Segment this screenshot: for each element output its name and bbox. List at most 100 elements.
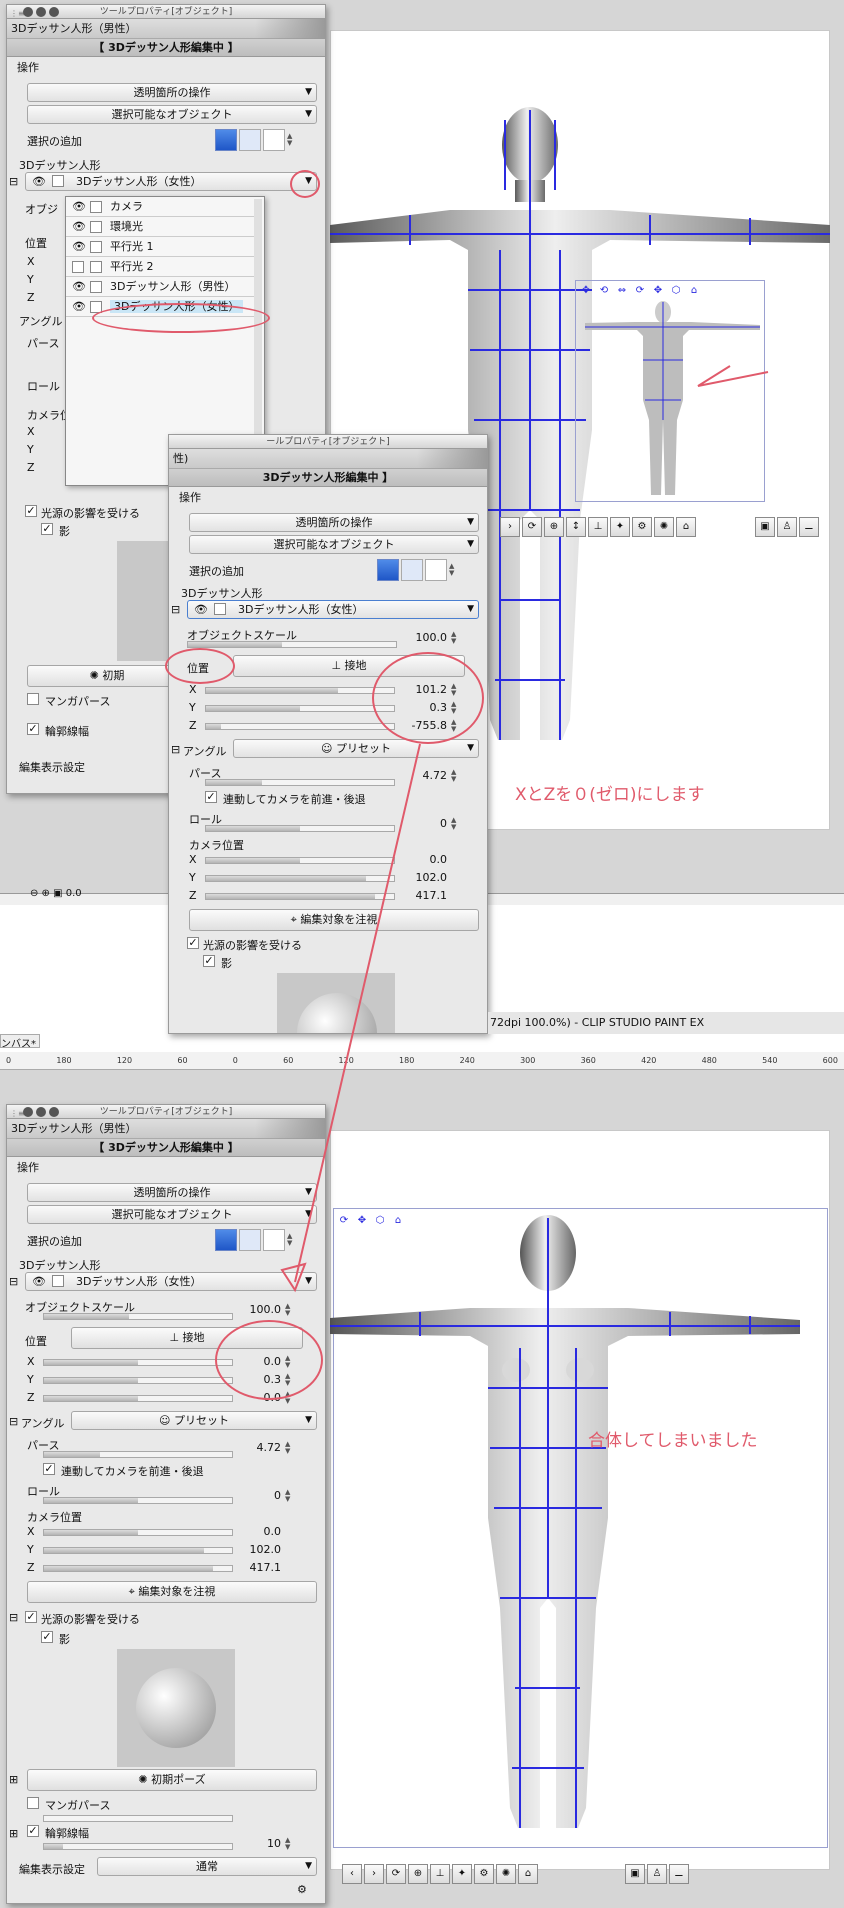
dolly-checkbox[interactable]: ✓ [205,791,217,803]
collapse-doll-icon[interactable]: ⊟ [171,603,180,616]
body-shape-icon[interactable]: ♙ [777,517,797,537]
collapse-angle-icon[interactable]: ⊟ [9,1415,18,1428]
save-pose-icon[interactable]: ⌂ [518,1864,538,1884]
eye-icon[interactable]: 👁 [72,237,86,257]
pos-y-slider[interactable] [205,705,395,712]
register-material-icon[interactable]: ▣ [755,517,775,537]
ground-tool-icon[interactable]: ⊥ [588,517,608,537]
eye-icon[interactable]: 👁 [32,1273,46,1290]
minimize-icon[interactable] [36,7,46,17]
eye-icon[interactable]: 👁 [194,601,208,618]
object-scale-value[interactable]: 100.0 [241,1303,282,1316]
collapse-light-icon[interactable]: ⊟ [9,1611,18,1624]
prev-icon[interactable]: › [500,517,520,537]
transparent-op-dropdown[interactable]: 透明箇所の操作 ▼ [27,83,317,102]
light-checkbox[interactable]: ✓ [25,1611,37,1623]
joint-icon[interactable]: ⚙ [632,517,652,537]
light-preview[interactable] [277,973,395,1033]
panel-titlebar[interactable]: ⋮≡ ツールプロパティ[オブジェクト] [7,5,325,19]
roll-slider[interactable] [43,1497,233,1504]
chevron-down-icon[interactable]: ▼ [467,601,474,618]
prev-icon[interactable]: ‹ [342,1864,362,1884]
cam-y-value[interactable]: 102.0 [407,871,448,884]
select-sub-icon[interactable] [425,559,447,581]
select-new-icon[interactable] [215,1229,237,1251]
preset-dropdown[interactable]: ☺ プリセット ▼ [71,1411,317,1430]
focus-target-button[interactable]: ⌖ 編集対象を注視 [189,909,479,931]
cam-z-value[interactable]: 417.1 [241,1561,282,1574]
list-item[interactable]: 👁 平行光 1 [66,237,256,257]
outline-slider[interactable] [43,1843,233,1850]
spin-icon[interactable]: ▲ ▼ [451,817,456,831]
pos-z-slider[interactable] [205,723,395,730]
cube-icon[interactable]: ⬡ [668,282,684,298]
perse-slider[interactable] [43,1451,233,1458]
perse-value[interactable]: 4.72 [407,769,448,782]
pos-y-slider[interactable] [43,1377,233,1384]
light-checkbox[interactable]: ✓ [187,937,199,949]
outline-value[interactable]: 10 [241,1837,281,1850]
spin-icon[interactable]: ▲ ▼ [451,769,456,783]
selectable-object-dropdown[interactable]: 選択可能なオブジェクト ▼ [27,1205,317,1224]
cam-x-slider[interactable] [205,857,395,864]
eye-icon[interactable]: 👁 [72,217,86,237]
cam-x-value[interactable]: 0.0 [407,853,448,866]
select-new-icon[interactable] [215,129,237,151]
cam-x-slider[interactable] [43,1529,233,1536]
shadow-checkbox[interactable]: ✓ [41,523,53,535]
minimize-icon[interactable] [36,1107,46,1117]
select-spin-icon[interactable]: ▲ ▼ [287,1233,292,1247]
collapse-doll-icon[interactable]: ⊟ [9,1275,18,1288]
save-pose-icon[interactable]: ⌂ [676,517,696,537]
pan-icon[interactable]: ⇔ [614,282,630,298]
object-scale-slider[interactable] [187,641,397,648]
select-add-icon[interactable] [401,559,423,581]
spin-icon[interactable]: ▲ ▼ [285,1441,290,1455]
close-icon[interactable] [23,1107,33,1117]
joint-icon[interactable]: ⚙ [474,1864,494,1884]
ground-tool-icon[interactable]: ⊥ [430,1864,450,1884]
outline-checkbox[interactable]: ✓ [27,723,39,735]
manga-perse-slider[interactable] [43,1815,233,1822]
expand-outline-icon[interactable]: ⊞ [9,1827,18,1840]
eye-icon[interactable]: 👁 [72,297,86,317]
rotate-icon[interactable]: ⟲ [596,282,612,298]
ground-icon[interactable]: ⌂ [686,282,702,298]
object-dropdown[interactable]: 👁 3Dデッサン人形（女性） ▼ [187,600,479,619]
spin-icon[interactable]: ▲ ▼ [285,1303,290,1317]
object-dropdown[interactable]: 👁 3Dデッサン人形（女性） ▼ [25,1272,317,1291]
perse-value[interactable]: 4.72 [241,1441,282,1454]
initial-pose-icon[interactable]: ✺ [654,517,674,537]
camera-rotate-icon[interactable]: ⟳ [386,1864,406,1884]
camera-pan-icon[interactable]: ⊕ [544,517,564,537]
close-icon[interactable] [23,7,33,17]
camera-pan-icon[interactable]: ⊕ [408,1864,428,1884]
cam-z-slider[interactable] [43,1565,233,1572]
bone-icon[interactable]: ⚊ [799,517,819,537]
camera-move-icon[interactable]: ↕ [566,517,586,537]
move-obj-icon[interactable]: ✥ [650,282,666,298]
select-new-icon[interactable] [377,559,399,581]
focus-target-button[interactable]: ⌖ 編集対象を注視 [27,1581,317,1603]
shadow-checkbox[interactable]: ✓ [203,955,215,967]
cam-z-value[interactable]: 417.1 [407,889,448,902]
object-scale-value[interactable]: 100.0 [407,631,448,644]
select-spin-icon[interactable]: ▲ ▼ [449,563,454,577]
list-item[interactable]: 平行光 2 [66,257,256,277]
female-doll-small[interactable] [585,300,760,500]
select-add-icon[interactable] [239,129,261,151]
pos-x-slider[interactable] [205,687,395,694]
list-item[interactable]: 👁 カメラ [66,197,256,217]
eye-icon[interactable]: 👁 [32,173,46,190]
spin-icon[interactable]: ▲ ▼ [285,1489,290,1503]
eye-icon[interactable]: 👁 [72,277,86,297]
object-scale-slider[interactable] [43,1313,233,1320]
collapse-doll-icon[interactable]: ⊟ [9,175,18,188]
spin-icon[interactable]: ▲ ▼ [285,1837,290,1851]
transparent-op-dropdown[interactable]: 透明箇所の操作 ▼ [189,513,479,532]
manipulator-icons-top[interactable]: ✥ ⟲ ⇔ ⟳ ✥ ⬡ ⌂ [578,282,702,298]
pos-z-slider[interactable] [43,1395,233,1402]
pose-icon[interactable]: ✦ [452,1864,472,1884]
move-icon[interactable]: ✥ [578,282,594,298]
light-checkbox[interactable]: ✓ [25,505,37,517]
